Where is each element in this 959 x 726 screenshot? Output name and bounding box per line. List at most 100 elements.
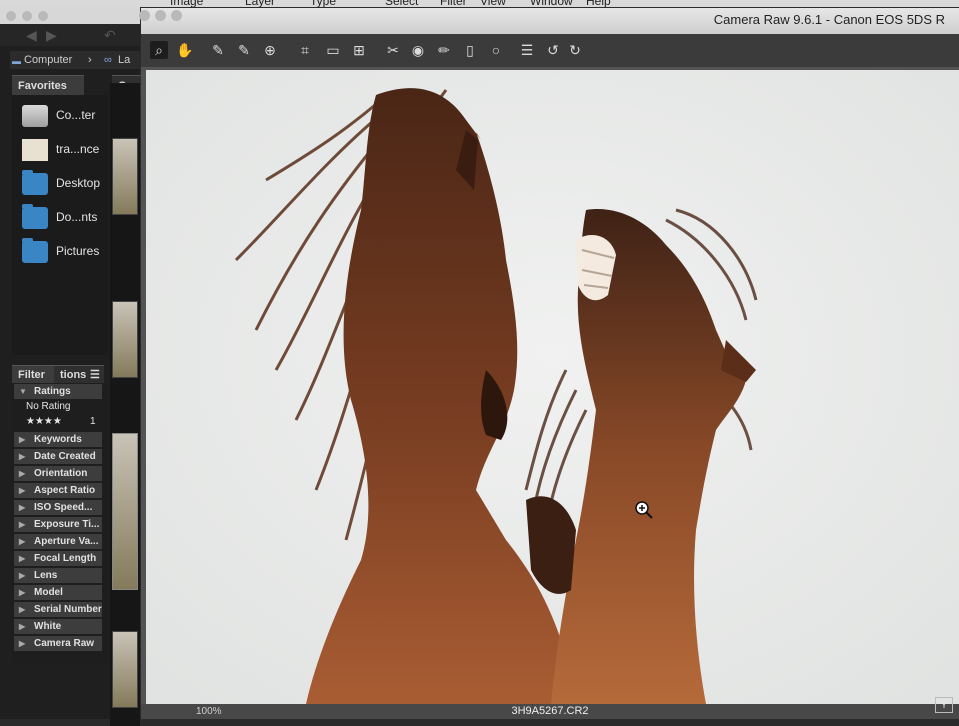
spot-removal-tool-button[interactable]: ✂ bbox=[384, 41, 402, 59]
thumbnail[interactable] bbox=[112, 301, 138, 378]
adjustment-brush-tool-button[interactable]: ✏ bbox=[435, 41, 453, 59]
before-after-button[interactable]: Y bbox=[935, 697, 953, 713]
menu-view[interactable]: View bbox=[480, 0, 506, 7]
folder-icon bbox=[22, 204, 48, 229]
history-icon[interactable]: ↶ bbox=[104, 27, 116, 44]
color-sampler-tool-icon: ✎ bbox=[238, 42, 250, 58]
menu-select[interactable]: Select bbox=[385, 0, 418, 7]
filter-row-label: Lens bbox=[34, 570, 58, 581]
filter-no-rating[interactable]: No Rating bbox=[26, 401, 70, 412]
filter-row-date-created[interactable]: ▶ Date Created bbox=[14, 449, 102, 464]
content-strip bbox=[110, 83, 140, 726]
tab-favorites[interactable]: Favorites bbox=[12, 75, 84, 96]
filter-row-lens[interactable]: ▶ Lens bbox=[14, 568, 102, 583]
filter-row-label: Keywords bbox=[34, 434, 82, 445]
cr-minimize-button[interactable] bbox=[155, 10, 166, 21]
image-preview[interactable] bbox=[146, 70, 959, 704]
path-next[interactable]: La bbox=[118, 51, 130, 69]
bridge-nav-bar: ◀ ▶ ↶ bbox=[0, 24, 140, 46]
cr-zoom-button[interactable] bbox=[171, 10, 182, 21]
filter-ratings-header[interactable]: ▼ Ratings bbox=[14, 384, 102, 399]
menu-window[interactable]: Window bbox=[530, 0, 573, 7]
filter-row-aperture-va[interactable]: ▶ Aperture Va... bbox=[14, 534, 102, 549]
filter-row-label: ISO Speed... bbox=[34, 502, 93, 513]
forward-arrow-icon[interactable]: ▶ bbox=[46, 27, 57, 44]
white-balance-tool-button[interactable]: ✎ bbox=[209, 41, 227, 59]
color-sampler-tool-button[interactable]: ✎ bbox=[235, 41, 253, 59]
favorite-item[interactable]: Co...ter bbox=[12, 101, 108, 131]
filter-row-focal-length[interactable]: ▶ Focal Length bbox=[14, 551, 102, 566]
filter-four-stars[interactable]: ★★★★ bbox=[26, 416, 62, 427]
filter-row-serial-number[interactable]: ▶ Serial Number bbox=[14, 602, 102, 617]
filter-row-label: Aspect Ratio bbox=[34, 485, 96, 496]
transform-tool-button[interactable]: ⊞ bbox=[350, 41, 368, 59]
hand-tool-icon: ✋ bbox=[176, 42, 194, 58]
back-arrow-icon[interactable]: ◀ bbox=[26, 27, 37, 44]
bridge-window: ◀ ▶ ↶ ▬ Computer › ∞ La Favorites Co Co.… bbox=[0, 7, 152, 726]
favorites-panel: Co...ter tra...nce Desktop Do...nts Pictures bbox=[12, 95, 108, 355]
favorite-item[interactable]: Pictures bbox=[12, 237, 108, 267]
filter-row-orientation[interactable]: ▶ Orientation bbox=[14, 466, 102, 481]
cr-close-button[interactable] bbox=[139, 10, 150, 21]
filter-row-iso-speed[interactable]: ▶ ISO Speed... bbox=[14, 500, 102, 515]
menu-layer[interactable]: Layer bbox=[245, 0, 275, 7]
targeted-adjustment-tool-button[interactable]: ⊕ bbox=[261, 41, 279, 59]
menu-help[interactable]: Help bbox=[586, 0, 611, 7]
zoom-tool-button[interactable]: ⌕ bbox=[150, 41, 168, 59]
favorite-label: Desktop bbox=[56, 176, 101, 190]
path-chevron-icon: › bbox=[88, 54, 92, 66]
targeted-adjustment-tool-icon: ⊕ bbox=[264, 42, 276, 58]
disclosure-closed-icon: ▶ bbox=[19, 486, 26, 495]
filter-row-aspect-ratio[interactable]: ▶ Aspect Ratio bbox=[14, 483, 102, 498]
filter-row-white-balance[interactable]: ▶White Balance bbox=[14, 619, 102, 647]
zoom-button[interactable] bbox=[38, 11, 48, 21]
graduated-filter-tool-button[interactable]: ▯ bbox=[461, 41, 479, 59]
crop-tool-button[interactable]: ⌗ bbox=[296, 41, 314, 59]
filter-row-keywords[interactable]: ▶ Keywords bbox=[14, 432, 102, 447]
disclosure-closed-icon: ▶ bbox=[19, 571, 26, 580]
favorite-item[interactable]: Desktop bbox=[12, 169, 108, 199]
favorite-label: Do...nts bbox=[56, 210, 98, 224]
window-title: Camera Raw 9.6.1 - Canon EOS 5DS R bbox=[713, 12, 945, 27]
disclosure-closed-icon: ▶ bbox=[19, 469, 26, 478]
home-icon bbox=[22, 139, 48, 161]
radial-filter-tool-icon: ○ bbox=[491, 42, 501, 58]
menu-image[interactable]: Image bbox=[170, 0, 203, 7]
zoom-tool-icon: ⌕ bbox=[155, 42, 163, 58]
menu-filter[interactable]: Filter bbox=[440, 0, 467, 7]
rotate-right-tool-icon: ↻ bbox=[569, 42, 581, 58]
favorite-item[interactable]: tra...nce bbox=[12, 135, 108, 165]
rotate-right-tool-button[interactable]: ↻ bbox=[566, 41, 584, 59]
bridge-titlebar bbox=[0, 7, 140, 24]
adjustment-brush-tool-icon: ✏ bbox=[438, 42, 450, 58]
camera-raw-toolbar: ⌕ ✋ ✎ ✎ ⊕ ⌗ ▭ ⊞ ✂ ◉ ✏ ▯ ○ ☰ ↺ ↻ bbox=[141, 34, 959, 67]
preferences-tool-button[interactable]: ☰ bbox=[518, 41, 536, 59]
thumbnail[interactable] bbox=[112, 138, 138, 215]
tab-filter[interactable]: Filter bbox=[12, 365, 54, 384]
path-link-icon: ∞ bbox=[104, 54, 112, 66]
crop-tool-icon: ⌗ bbox=[301, 42, 309, 58]
thumbnail-selected[interactable] bbox=[112, 433, 138, 590]
folder-icon bbox=[22, 238, 48, 263]
filter-row-exposure-ti[interactable]: ▶ Exposure Ti... bbox=[14, 517, 102, 532]
filter-row-label: Model bbox=[34, 587, 63, 598]
minimize-button[interactable] bbox=[22, 11, 32, 21]
rotate-left-tool-button[interactable]: ↺ bbox=[544, 41, 562, 59]
filter-row-model[interactable]: ▶ Model bbox=[14, 585, 102, 600]
thumbnail[interactable] bbox=[112, 631, 138, 708]
disclosure-closed-icon: ▶ bbox=[19, 605, 26, 614]
close-button[interactable] bbox=[6, 11, 16, 21]
disclosure-closed-icon: ▶ bbox=[19, 588, 26, 597]
straighten-tool-button[interactable]: ▭ bbox=[324, 41, 342, 59]
favorite-item[interactable]: Do...nts bbox=[12, 203, 108, 233]
disclosure-closed-icon: ▶ bbox=[19, 622, 26, 631]
filter-row-camera-raw[interactable]: ▶ Camera Raw bbox=[14, 636, 102, 651]
red-eye-tool-button[interactable]: ◉ bbox=[409, 41, 427, 59]
filter-row-label: Focal Length bbox=[34, 553, 97, 564]
hand-tool-button[interactable]: ✋ bbox=[176, 41, 194, 59]
radial-filter-tool-button[interactable]: ○ bbox=[487, 41, 505, 59]
folder-icon bbox=[22, 170, 48, 195]
path-computer[interactable]: Computer bbox=[24, 51, 72, 69]
menu-type[interactable]: Type bbox=[310, 0, 336, 7]
panel-menu-icon[interactable]: ☰ bbox=[88, 365, 104, 384]
